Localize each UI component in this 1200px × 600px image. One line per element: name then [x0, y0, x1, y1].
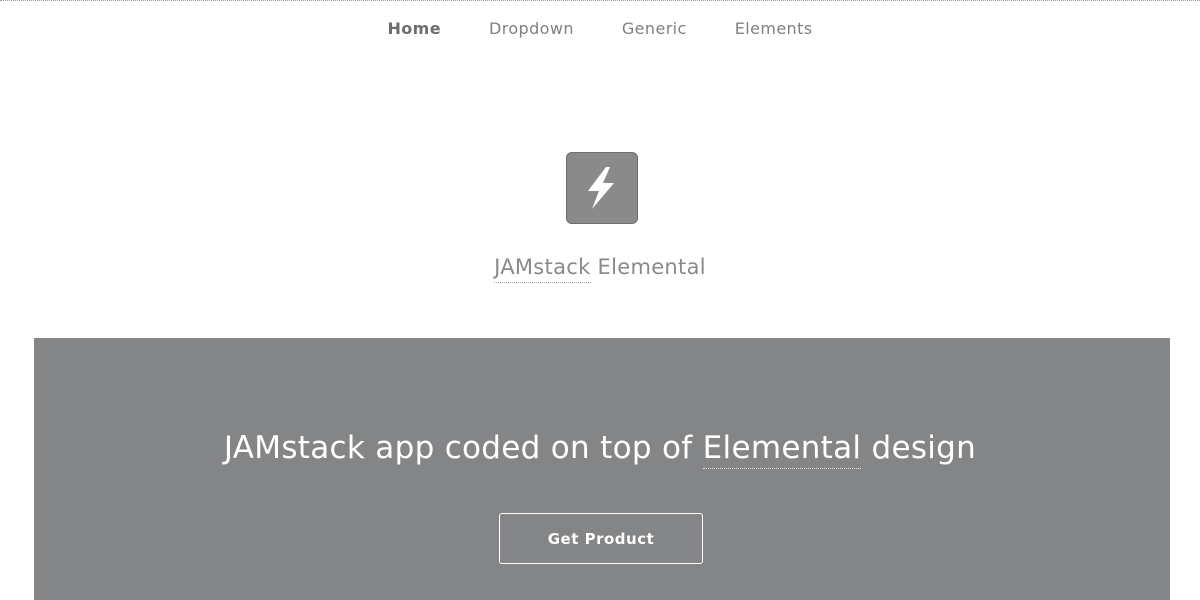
main-nav: Home Dropdown Generic Elements — [0, 0, 1200, 56]
nav-item-elements[interactable]: Elements — [711, 19, 837, 38]
site-title: JAMstack Elemental — [0, 255, 1200, 283]
nav-item-home[interactable]: Home — [363, 19, 465, 38]
site-title-rest: Elemental — [590, 255, 706, 279]
hero-headline-suffix: design — [861, 430, 977, 466]
site-title-link[interactable]: JAMstack — [494, 255, 591, 283]
site-logo[interactable] — [566, 152, 638, 224]
nav-item-dropdown[interactable]: Dropdown — [465, 19, 598, 38]
nav-item-generic[interactable]: Generic — [598, 19, 711, 38]
get-product-button[interactable]: Get Product — [499, 513, 703, 564]
hero-headline-link[interactable]: Elemental — [702, 430, 862, 469]
hero-headline: JAMstack app coded on top of Elemental d… — [0, 430, 1200, 469]
hero-headline-prefix: JAMstack app coded on top of — [223, 430, 703, 466]
lightning-bolt-icon — [588, 167, 614, 209]
